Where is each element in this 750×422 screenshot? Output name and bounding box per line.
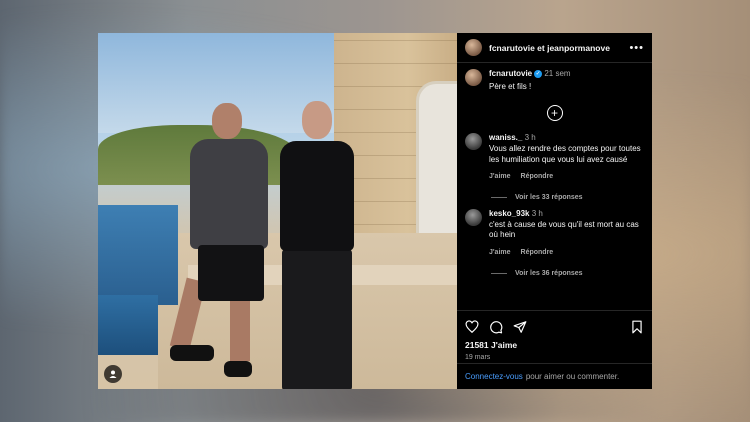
more-horizontal-icon[interactable]: ••• (629, 42, 644, 54)
load-more-comments: + (465, 105, 644, 121)
view-replies-label: Voir les 33 réponses (515, 193, 583, 201)
replies-divider (491, 272, 507, 274)
caption-avatar[interactable] (465, 69, 482, 86)
comment-reply-button[interactable]: Répondre (521, 172, 554, 181)
post-photo[interactable] (98, 33, 457, 389)
action-bar (457, 311, 652, 338)
comment-item: waniss._ 3 h Vous allez rendre des compt… (465, 133, 644, 182)
comment-time: 3 h (531, 208, 543, 218)
login-link[interactable]: Connectez-vous (465, 372, 523, 381)
comment-text: c'est à cause de vous qu'il est mort au … (489, 219, 639, 240)
post-authors[interactable]: fcnarutovie et jeanpormanove (489, 43, 629, 53)
login-prompt: Connectez-vous pour aimer ou commenter. (457, 363, 652, 389)
author-avatar[interactable] (465, 39, 482, 56)
caption-time: 21 sem (544, 69, 571, 78)
post-date: 19 mars (465, 354, 491, 361)
caption-username[interactable]: fcnarutovie (489, 69, 532, 78)
photo-pool-lower (98, 295, 158, 355)
comment-icon[interactable] (489, 320, 503, 334)
replies-divider (491, 196, 507, 198)
comment-text: Vous allez rendre des comptes pour toute… (489, 143, 641, 164)
photo-pool (98, 205, 178, 305)
photo-person-right (276, 101, 376, 389)
comment-like-button[interactable]: J'aime (489, 172, 511, 181)
caption-text: Père et fils ! (489, 82, 532, 91)
commenter-avatar[interactable] (465, 133, 482, 150)
verified-badge-icon: ✓ (534, 69, 543, 78)
commenter-avatar[interactable] (465, 208, 482, 226)
share-icon[interactable] (513, 320, 527, 334)
instagram-post: fcnarutovie et jeanpormanove ••• fcnarut… (98, 33, 652, 389)
view-replies-button[interactable]: Voir les 36 réponses (491, 270, 644, 277)
plus-circle-icon[interactable]: + (546, 105, 563, 121)
photo-person-left (169, 103, 280, 383)
comment-reply-button[interactable]: Répondre (521, 248, 554, 257)
post-sidebar: fcnarutovie et jeanpormanove ••• fcnarut… (457, 33, 652, 389)
user-tag-icon[interactable] (104, 365, 122, 383)
bookmark-icon[interactable] (630, 320, 644, 334)
view-replies-button[interactable]: Voir les 33 réponses (491, 194, 644, 201)
comment-username[interactable]: kesko_93k (489, 209, 529, 218)
heart-icon[interactable] (465, 320, 479, 334)
comments-section[interactable]: fcnarutovie ✓ 21 sem Père et fils ! + wan… (457, 63, 652, 311)
view-replies-label: Voir les 36 réponses (515, 269, 583, 277)
caption: fcnarutovie ✓ 21 sem Père et fils ! (465, 69, 644, 91)
comment-like-button[interactable]: J'aime (489, 248, 511, 257)
post-header: fcnarutovie et jeanpormanove ••• (457, 33, 652, 63)
like-count[interactable]: 21581 J'aime (457, 338, 652, 352)
login-prompt-text: pour aimer ou commenter. (525, 372, 620, 381)
comment-username[interactable]: waniss._ (489, 133, 522, 142)
comment-time: 3 h (524, 133, 536, 142)
comment-item: kesko_93k 3 h c'est à cause de vous qu'i… (465, 208, 644, 258)
